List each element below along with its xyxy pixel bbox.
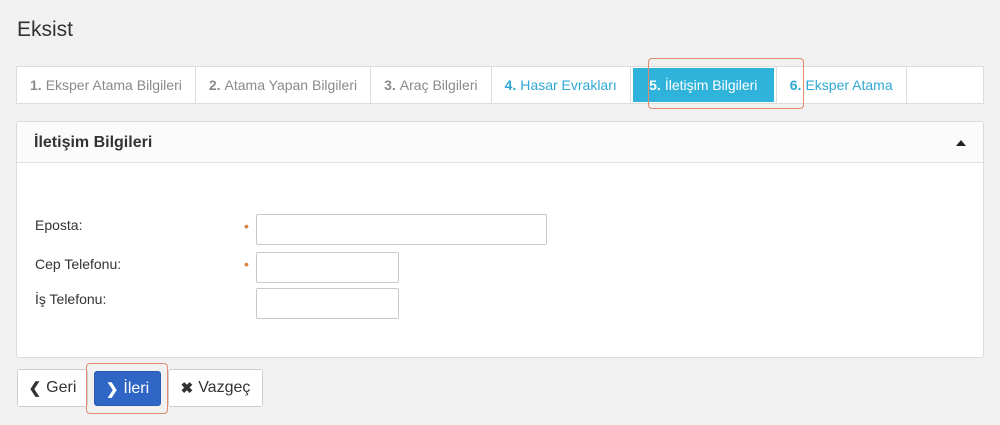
step-label: Hasar Evrakları [520, 77, 617, 93]
cancel-button-label: Vazgeç [198, 379, 251, 396]
mobile-phone-field[interactable] [256, 252, 399, 283]
chevron-left-icon: ❮ [28, 380, 42, 397]
panel-header: İletişim Bilgileri [17, 122, 983, 163]
email-field[interactable] [256, 214, 547, 245]
cancel-button[interactable]: ✖ Vazgeç [168, 369, 263, 407]
step-label: Atama Yapan Bilgileri [224, 77, 358, 93]
chevron-right-icon: ❯ [105, 380, 119, 398]
step-number: 5. [649, 77, 661, 93]
step-label: Araç Bilgileri [399, 77, 478, 93]
step-label: Eksper Atama [805, 77, 893, 93]
tab-step-4[interactable]: 4. Hasar Evrakları [492, 67, 631, 103]
step-number: 1. [30, 77, 42, 93]
step-number: 4. [504, 77, 517, 93]
next-button[interactable]: ❯ İleri [94, 371, 161, 406]
step-label: İletişim Bilgileri [664, 77, 758, 93]
step-number: 2. [208, 77, 221, 93]
tab-step-2[interactable]: 2. Atama Yapan Bilgileri [196, 67, 372, 103]
tab-step-1[interactable]: 1. Eksper Atama Bilgileri [17, 67, 196, 103]
step-number: 3. [384, 77, 396, 93]
required-marker: • [244, 256, 249, 272]
panel-title: İletişim Bilgileri [34, 134, 153, 151]
step-tabs: 1. Eksper Atama Bilgileri 2. Atama Yapan B… [16, 66, 984, 104]
back-button[interactable]: ❮ Geri [17, 369, 88, 407]
caret-up-icon[interactable] [956, 140, 966, 146]
required-marker: • [244, 218, 249, 234]
step-label: Eksper Atama Bilgileri [45, 77, 182, 93]
back-button-label: Geri [46, 379, 77, 396]
tab-step-6[interactable]: 6. Eksper Atama [777, 67, 907, 103]
tab-step-5[interactable]: 5. İletişim Bilgileri [631, 67, 777, 103]
work-phone-field[interactable] [256, 288, 399, 319]
step-number: 6. [789, 77, 802, 93]
tab-step-3[interactable]: 3. Araç Bilgileri [371, 67, 492, 103]
contact-info-panel: İletişim Bilgileri Eposta: • Cep Telefon… [16, 121, 984, 358]
email-label: Eposta: [35, 217, 83, 233]
next-button-label: İleri [123, 379, 150, 397]
work-phone-label: İş Telefonu: [35, 291, 107, 307]
x-icon: ✖ [180, 380, 194, 397]
active-step-pill: 5. İletişim Bilgileri [632, 68, 774, 102]
page-title: Eksist [17, 18, 74, 41]
mobile-phone-label: Cep Telefonu: [35, 256, 122, 272]
